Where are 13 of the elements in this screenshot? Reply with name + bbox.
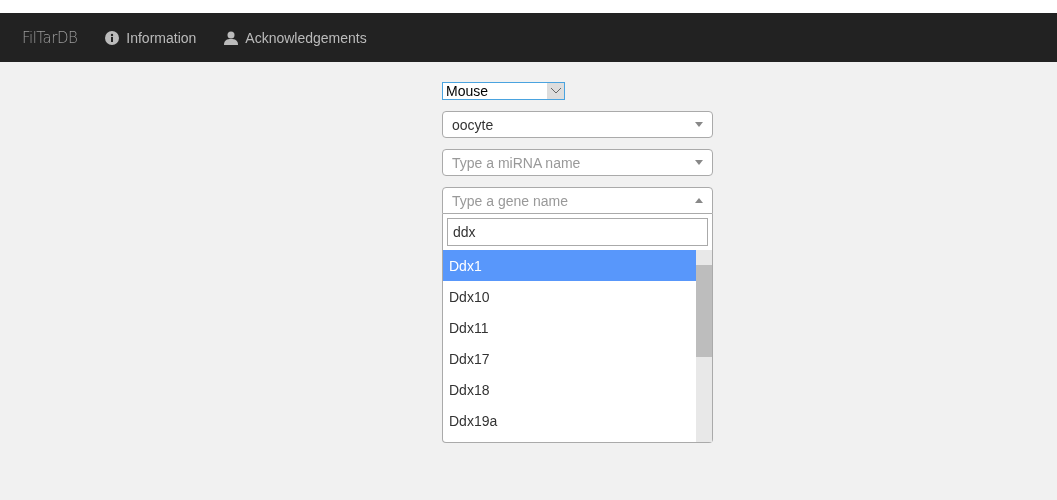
caret-down-icon bbox=[695, 122, 703, 127]
search-field[interactable]: ddx bbox=[447, 218, 708, 246]
nav-link[interactable]: Acknowledgements bbox=[224, 29, 367, 46]
brand-logo[interactable]: FilTarDB bbox=[22, 28, 78, 47]
chevron-down-icon bbox=[550, 88, 561, 94]
species-select[interactable]: Mouse bbox=[442, 82, 565, 100]
user-icon bbox=[224, 30, 239, 45]
scrollbar[interactable] bbox=[696, 250, 712, 442]
caret-down-icon bbox=[695, 160, 703, 165]
tissue-select[interactable]: oocyte bbox=[442, 111, 713, 138]
info-icon bbox=[105, 30, 120, 45]
caret-up-icon bbox=[695, 198, 703, 203]
nav-link[interactable]: Information bbox=[105, 29, 197, 46]
